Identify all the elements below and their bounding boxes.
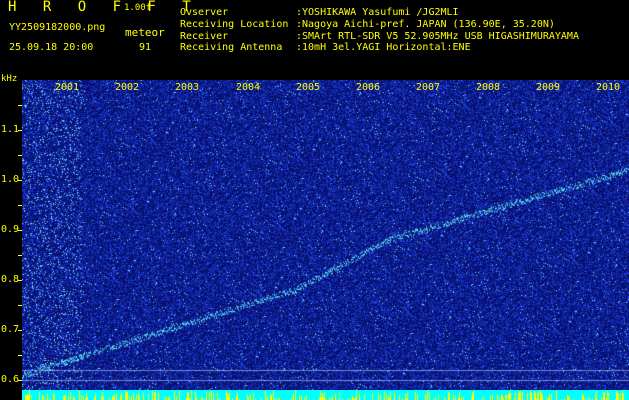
time-tick-label: 2003	[175, 82, 200, 93]
version-label: 1.00f	[124, 3, 152, 13]
y-tick-label: 0.8	[1, 274, 20, 285]
time-tick-label: 2002	[115, 82, 140, 93]
receiver-value: :SMArt RTL-SDR V5 52.905MHz USB HIGASHIM…	[296, 31, 579, 42]
observer-label: Ovserver	[180, 7, 229, 18]
meteor-count: 91	[139, 42, 152, 53]
frequency-unit-label: kHz	[1, 74, 18, 84]
time-tick-label: 2009	[536, 82, 561, 93]
spectrogram-plot	[22, 80, 629, 390]
header-panel: H R O F F T 1.00f YY2509182000.png meteo…	[0, 0, 629, 80]
capture-date: 25.09.18 20:00	[9, 42, 94, 53]
time-tick-label: 2004	[236, 82, 261, 93]
time-tick-label: 2006	[356, 82, 381, 93]
receiver-label: Receiver	[180, 31, 229, 42]
image-filename: YY2509182000.png	[9, 22, 106, 33]
y-tick-label: 0.7	[1, 324, 20, 335]
y-tick-label: 1.1	[1, 124, 20, 135]
location-label: Receiving Location	[180, 19, 289, 30]
observer-value: :YOSHIKAWA Yasufumi /JG2MLI	[296, 7, 459, 18]
time-tick-label: 2007	[416, 82, 441, 93]
time-tick-label: 2008	[476, 82, 501, 93]
time-tick-label: 2010	[596, 82, 621, 93]
signal-level-canvas	[22, 390, 629, 400]
meteor-label: meteor	[125, 26, 165, 39]
antenna-value: :10mH 3el.YAGI Horizontal:ENE	[296, 42, 471, 53]
time-tick-label: 2001	[55, 82, 80, 93]
location-value: :Nagoya Aichi-pref. JAPAN (136.90E, 35.2…	[296, 19, 555, 30]
time-tick-label: 2005	[296, 82, 321, 93]
signal-level-bar	[22, 390, 629, 400]
antenna-label: Receiving Antenna	[180, 42, 283, 53]
spectrogram-canvas	[22, 80, 629, 390]
brand-title: H R O F F T	[8, 0, 200, 15]
y-tick-label: 0.9	[1, 224, 20, 235]
y-tick-label: 0.6	[1, 374, 20, 385]
y-tick-label: 1.0	[1, 174, 20, 185]
